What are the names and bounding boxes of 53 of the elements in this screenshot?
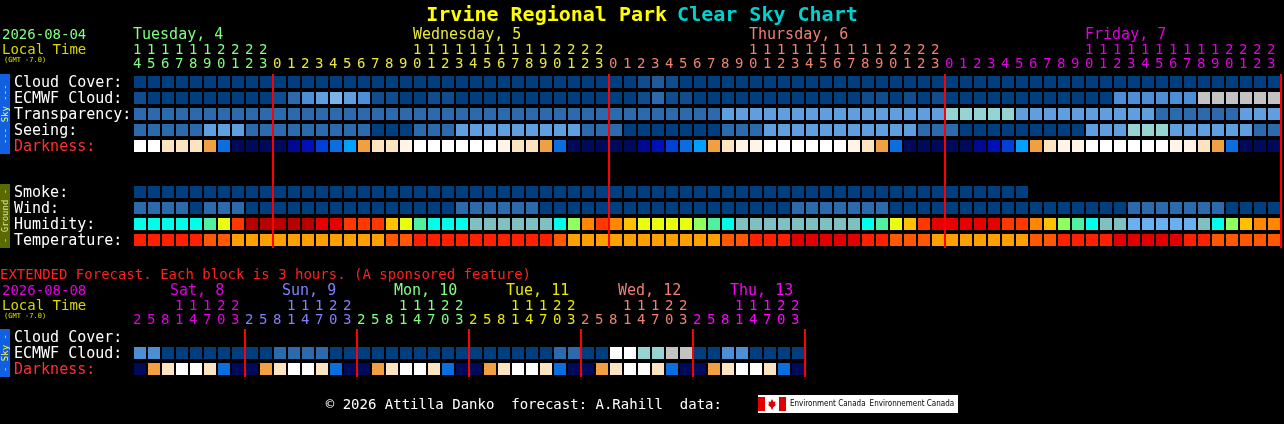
hour-tens: 11122 bbox=[399, 298, 469, 312]
row-label: ECMWF Cloud: bbox=[13, 90, 124, 106]
hour-tens: 11111111112222 bbox=[413, 42, 609, 56]
hour-tens: 11122 bbox=[511, 298, 581, 312]
hour-digits: 25814703 bbox=[133, 312, 245, 326]
hour-tens: 1111112222 bbox=[133, 42, 273, 56]
row-label: Smoke: bbox=[13, 184, 70, 200]
hour-tens: 11122 bbox=[287, 298, 357, 312]
hour-digits: 25814703 bbox=[469, 312, 581, 326]
row-label: Wind: bbox=[13, 200, 61, 216]
row-label: Transparency: bbox=[13, 106, 133, 122]
hour-tens: 11122 bbox=[735, 298, 805, 312]
day-label: Tuesday, 4 bbox=[133, 27, 224, 42]
hour-digits: 012345678901234567890123 bbox=[945, 56, 1281, 70]
forecast-date: 2026-08-04 bbox=[1, 27, 87, 42]
logo-text: Environment Canada bbox=[789, 400, 866, 408]
hour-tens: 11122 bbox=[623, 298, 693, 312]
day-label: Tue, 11 bbox=[506, 283, 570, 298]
day-label: Mon, 10 bbox=[394, 283, 458, 298]
day-label: Wednesday, 5 bbox=[413, 27, 522, 42]
logo-text: Environnement Canada bbox=[869, 400, 955, 408]
hour-digits: 012345678901234567890123 bbox=[609, 56, 945, 70]
row-label: Temperature: bbox=[13, 232, 124, 248]
hour-tens: 11111111112222 bbox=[749, 42, 945, 56]
hour-tens: 11111111112222 bbox=[1085, 42, 1281, 56]
day-label: Sat, 8 bbox=[170, 283, 225, 298]
hour-digits: 25814703 bbox=[581, 312, 693, 326]
day-label: Wed, 12 bbox=[618, 283, 682, 298]
hour-digits: 25814703 bbox=[357, 312, 469, 326]
row-label: ECMWF Cloud: bbox=[13, 345, 124, 361]
day-label: Thursday, 6 bbox=[749, 27, 849, 42]
hour-tens: 11122 bbox=[175, 298, 245, 312]
day-label: Friday, 7 bbox=[1085, 27, 1167, 42]
place-title: Irvine Regional Park bbox=[426, 1, 668, 26]
time-label: Local Time bbox=[1, 298, 87, 312]
row-label: Cloud Cover: bbox=[13, 74, 124, 90]
hour-digits: 25814703 bbox=[245, 312, 357, 326]
hour-digits: 4567890123 bbox=[133, 56, 273, 70]
day-label: Thu, 13 bbox=[730, 283, 794, 298]
hour-digits: 25814703 bbox=[693, 312, 805, 326]
row-label: Seeing: bbox=[13, 122, 78, 138]
time-label: Local Time bbox=[1, 42, 87, 56]
row-label: Darkness: bbox=[13, 138, 97, 154]
day-label: Sun, 9 bbox=[282, 283, 337, 298]
hour-digits: 012345678901234567890123 bbox=[273, 56, 609, 70]
row-label: Darkness: bbox=[13, 361, 97, 377]
flag-icon bbox=[757, 397, 786, 411]
forecast-date: 2026-08-08 bbox=[1, 283, 87, 298]
chart-title: Clear Sky Chart bbox=[677, 1, 858, 26]
credit-text: © 2026 Attilla Danko forecast: A.Rahill data: bbox=[325, 396, 722, 412]
row-label: Cloud Cover: bbox=[13, 329, 124, 345]
row-label: Humidity: bbox=[13, 216, 96, 232]
extended-note: EXTENDED Forecast. Each block is 3 hours. (A sponsored feature) bbox=[0, 265, 532, 283]
